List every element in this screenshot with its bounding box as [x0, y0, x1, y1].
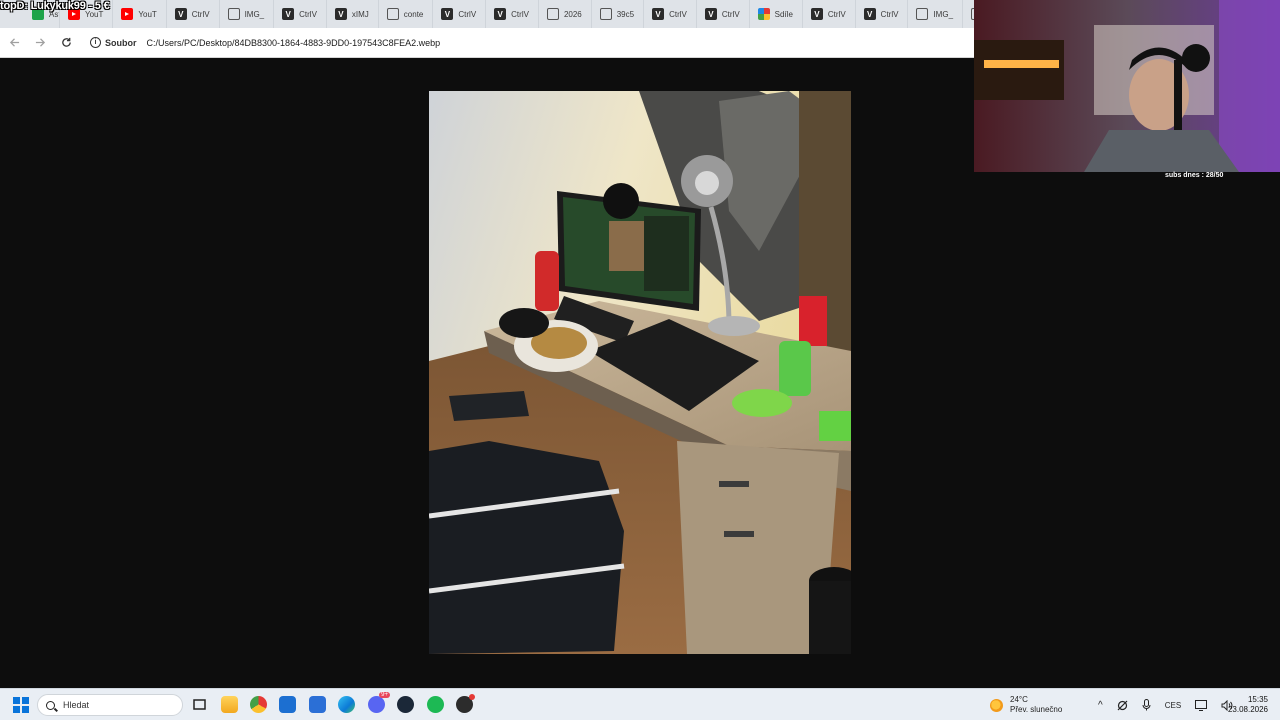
- ctrlv-icon: V: [441, 8, 454, 20]
- back-button[interactable]: [2, 31, 26, 55]
- forward-button[interactable]: [28, 31, 52, 55]
- tab-label: CtrlV: [721, 9, 740, 19]
- top-donor-overlay: topD: Lukykuk99 - 5 €: [0, 0, 110, 12]
- browser-tab[interactable]: V CtrlV: [856, 0, 909, 28]
- display-icon[interactable]: [1195, 699, 1208, 711]
- tab-label: CtrlV: [511, 9, 529, 19]
- browser-tab[interactable]: V CtrlV: [697, 0, 750, 28]
- youtube-icon: [121, 8, 134, 20]
- browser-tab[interactable]: V CtrlV: [167, 0, 220, 28]
- tab-label: CtrlV: [458, 9, 477, 19]
- browser-tab[interactable]: IMG_: [908, 0, 964, 28]
- obs-icon[interactable]: [456, 694, 475, 713]
- address-bar[interactable]: i Soubor C:/Users/PC/Desktop/84DB8300-18…: [90, 32, 440, 54]
- tab-label: xIMJ: [351, 9, 369, 19]
- streamer-webcam-image: [974, 0, 1280, 172]
- chrome-icon[interactable]: [250, 696, 267, 713]
- file-scheme-chip[interactable]: Soubor: [105, 38, 137, 48]
- tab-label: CtrlV: [827, 9, 846, 19]
- weather-widget[interactable]: 24°C Přev. slunečno: [990, 689, 1062, 720]
- tab-label: 2026: [563, 9, 582, 19]
- sun-cloud-icon: [990, 698, 1003, 712]
- webcam-overlay: [974, 0, 1280, 172]
- browser-tab[interactable]: V CtrlV: [644, 0, 697, 28]
- arrow-right-icon: [35, 38, 45, 47]
- reload-button[interactable]: [54, 31, 78, 55]
- windows-taskbar: Hledat 9+ 24°C Přev. slunečno ^ CES 15:3…: [0, 688, 1280, 720]
- url-text[interactable]: C:/Users/PC/Desktop/84DB8300-1864-4883-9…: [147, 38, 441, 48]
- browser-tab[interactable]: YouT: [113, 0, 167, 28]
- ctrlv-icon: V: [810, 8, 823, 20]
- subs-counter-overlay: subs dnes : 28/50: [1165, 172, 1224, 179]
- globe-icon: [916, 8, 929, 20]
- tab-label: CtrlV: [880, 9, 899, 19]
- browser-toolbar: i Soubor C:/Users/PC/Desktop/84DB8300-18…: [0, 28, 974, 58]
- reload-icon: [61, 37, 71, 47]
- taskbar-search[interactable]: Hledat: [37, 694, 183, 716]
- browser-tab[interactable]: 2026: [539, 0, 592, 28]
- edge-icon[interactable]: [338, 696, 355, 713]
- network-off-icon[interactable]: [1117, 700, 1128, 711]
- arrow-left-icon: [9, 38, 19, 47]
- tab-label: CtrlV: [669, 9, 687, 19]
- tab-label: CtrlV: [299, 9, 317, 19]
- browser-tab[interactable]: conte: [379, 0, 434, 28]
- ctrlv-icon: V: [334, 8, 347, 20]
- discord-badge: 9+: [379, 692, 390, 698]
- ctrlv-icon: V: [282, 8, 295, 20]
- tab-label: IMG_: [933, 9, 954, 19]
- start-button[interactable]: [13, 697, 29, 713]
- tab-label: YouT: [138, 9, 157, 19]
- tab-label: 39c5: [616, 9, 635, 19]
- windows-logo-icon: [13, 697, 20, 704]
- microphone-icon[interactable]: [1142, 699, 1151, 711]
- store-icon[interactable]: [279, 696, 296, 713]
- globe-icon: [546, 8, 559, 20]
- browser-tab[interactable]: VxIMJ: [327, 0, 379, 28]
- ctrlv-icon: V: [863, 8, 876, 20]
- search-placeholder: Hledat: [63, 700, 90, 710]
- share-icon: [757, 8, 770, 20]
- task-view-icon[interactable]: [191, 696, 208, 713]
- steam-icon[interactable]: [397, 696, 414, 713]
- browser-tab[interactable]: V CtrlV: [274, 0, 327, 28]
- weather-desc: Přev. slunečno: [1010, 705, 1063, 714]
- search-icon: [46, 700, 55, 710]
- tab-label: conte: [403, 9, 424, 19]
- system-tray: ^ CES: [1098, 689, 1233, 720]
- clock-time: 15:35: [1247, 695, 1268, 704]
- tab-label: CtrlV: [191, 9, 210, 19]
- globe-icon: [386, 8, 399, 20]
- file-explorer-icon[interactable]: [221, 696, 238, 713]
- info-icon[interactable]: i: [90, 37, 101, 48]
- tab-label: IMG_: [244, 9, 265, 19]
- tab-label: Sdíle: [774, 9, 793, 19]
- globe-icon: [227, 8, 240, 20]
- ctrlv-icon: V: [494, 8, 507, 20]
- chevron-up-icon[interactable]: ^: [1098, 700, 1103, 711]
- browser-tab[interactable]: IMG_: [963, 0, 974, 28]
- screen: AstatYouTYouTVCtrlVIMG_VCtrlVVxIMJconteV…: [0, 0, 1280, 720]
- ctrlv-icon: V: [174, 8, 187, 20]
- taskbar-clock[interactable]: 15:35 23.08.2026: [1228, 695, 1268, 715]
- globe-icon: [599, 8, 612, 20]
- clock-date: 23.08.2026: [1227, 705, 1268, 714]
- ctrlv-icon: V: [704, 8, 717, 20]
- browser-tab[interactable]: V CtrlV: [803, 0, 856, 28]
- spotify-icon[interactable]: [427, 696, 444, 713]
- browser-tab[interactable]: V CtrlV: [486, 0, 539, 28]
- browser-tab-strip: AstatYouTYouTVCtrlVIMG_VCtrlVVxIMJconteV…: [0, 0, 974, 28]
- language-indicator[interactable]: CES: [1165, 701, 1181, 710]
- browser-tab[interactable]: V CtrlV: [433, 0, 487, 28]
- weather-temp: 24°C: [1010, 695, 1028, 704]
- browser-tab[interactable]: Sdíle: [750, 0, 803, 28]
- recording-dot-icon: [469, 694, 475, 700]
- browser-tab[interactable]: IMG_: [220, 0, 275, 28]
- browser-tab[interactable]: 39c5: [592, 0, 645, 28]
- displayed-photo[interactable]: [429, 91, 851, 654]
- desk-setup-photo: [429, 91, 851, 654]
- ctrlv-icon: V: [652, 8, 665, 20]
- mail-icon[interactable]: [309, 696, 326, 713]
- discord-icon[interactable]: 9+: [368, 692, 390, 713]
